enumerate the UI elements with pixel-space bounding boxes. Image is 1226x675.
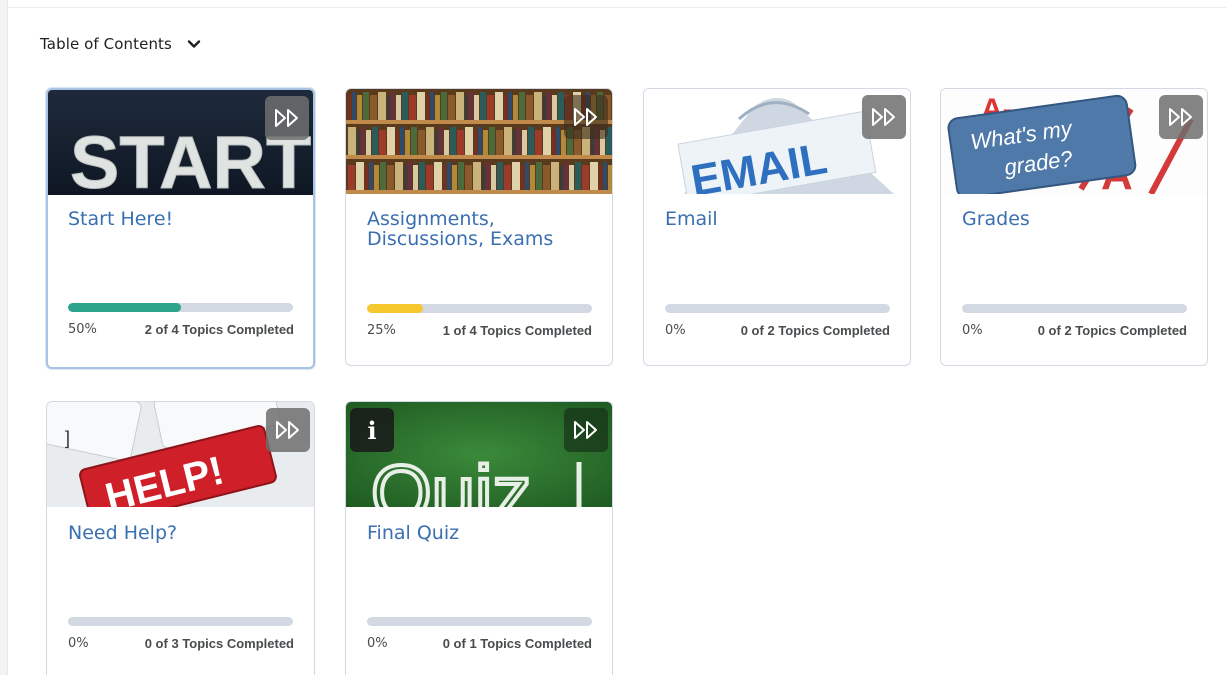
fast-forward-icon	[574, 108, 597, 126]
info-button[interactable]: i	[350, 408, 394, 452]
progress-bar	[68, 303, 293, 312]
module-card-email[interactable]: EMAIL Email 0% 0 of 2 Topics Completed	[643, 88, 911, 366]
module-title[interactable]: Start Here!	[68, 209, 298, 229]
topics-completed: 0 of 2 Topics Completed	[740, 323, 890, 338]
module-title[interactable]: Email	[665, 209, 895, 229]
fast-forward-button[interactable]	[266, 408, 310, 452]
progress-bar	[367, 617, 592, 626]
module-image-help: ] HELP!	[47, 402, 314, 507]
fast-forward-icon	[1169, 108, 1192, 126]
module-image-quiz: Quiz i	[346, 402, 612, 507]
module-card-need-help[interactable]: ] HELP! Need Help? 0% 0 of 3 Topics Comp…	[46, 401, 315, 675]
module-title[interactable]: Grades	[962, 209, 1192, 229]
progress-percent: 0%	[962, 323, 983, 338]
progress-percent: 25%	[367, 323, 396, 338]
module-card-grades[interactable]: A- A What's my grade? Grades 0% 0 of 2 T…	[940, 88, 1208, 366]
progress-percent: 0%	[367, 636, 388, 651]
module-card-final-quiz[interactable]: Quiz i Final Quiz 0% 0 of 1 Topics Compl…	[345, 401, 613, 675]
module-image-grades: A- A What's my grade?	[941, 89, 1207, 194]
progress-fill	[367, 304, 424, 313]
info-icon: i	[367, 415, 377, 445]
fast-forward-button[interactable]	[862, 95, 906, 139]
fast-forward-button[interactable]	[564, 408, 608, 452]
module-card-start-here[interactable]: START Start Here! 50% 2 of 4 Topics Comp…	[46, 88, 315, 369]
module-title[interactable]: Assignments, Discussions, Exams	[367, 209, 597, 249]
progress-fill	[68, 303, 181, 312]
progress-bar	[68, 617, 293, 626]
fast-forward-icon	[872, 108, 895, 126]
left-rail	[0, 0, 8, 675]
table-of-contents-toggle[interactable]: Table of Contents	[40, 32, 202, 56]
fast-forward-icon	[275, 109, 298, 127]
topics-completed: 0 of 1 Topics Completed	[442, 636, 592, 651]
progress-percent: 0%	[68, 636, 89, 651]
module-image-bookshelf	[346, 89, 612, 194]
fast-forward-icon	[276, 421, 299, 439]
module-image-start: START	[48, 90, 313, 195]
progress-bar	[367, 304, 592, 313]
progress-bar	[962, 304, 1187, 313]
fast-forward-button[interactable]	[265, 96, 309, 140]
module-title[interactable]: Need Help?	[68, 523, 298, 543]
module-image-email: EMAIL	[644, 89, 910, 194]
topics-completed: 1 of 4 Topics Completed	[442, 323, 592, 338]
topics-completed: 2 of 4 Topics Completed	[144, 322, 294, 337]
svg-text:]: ]	[65, 428, 70, 448]
module-title[interactable]: Final Quiz	[367, 523, 597, 543]
progress-percent: 50%	[68, 322, 97, 337]
chevron-down-icon	[187, 40, 201, 48]
fast-forward-button[interactable]	[564, 95, 608, 139]
progress-bar	[665, 304, 890, 313]
fast-forward-button[interactable]	[1159, 95, 1203, 139]
topics-completed: 0 of 3 Topics Completed	[144, 636, 294, 651]
fast-forward-icon	[574, 421, 597, 439]
module-card-assignments[interactable]: Assignments, Discussions, Exams 25% 1 of…	[345, 88, 613, 366]
toc-title: Table of Contents	[40, 35, 172, 53]
divider	[8, 7, 1226, 8]
image-lettering: Quiz	[371, 449, 531, 507]
topics-completed: 0 of 2 Topics Completed	[1037, 323, 1187, 338]
progress-percent: 0%	[665, 323, 686, 338]
